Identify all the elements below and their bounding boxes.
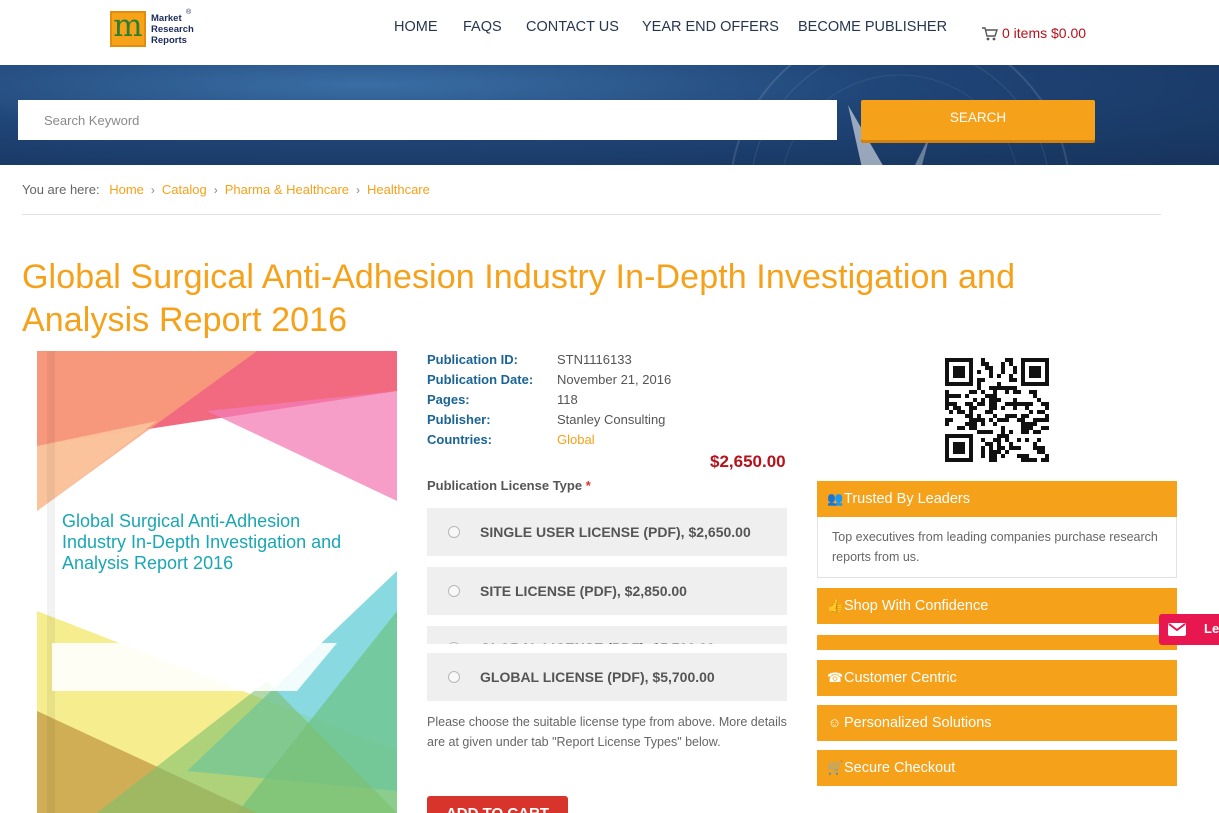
leave-message-label: Le xyxy=(1204,621,1219,636)
countries-label: Countries: xyxy=(427,432,492,447)
report-price: $2,650.00 xyxy=(710,452,786,471)
logo-text: Market Research Reports xyxy=(151,13,194,46)
secure-label: Secure Checkout xyxy=(844,760,956,776)
breadcrumb-catalog[interactable]: Catalog xyxy=(162,182,207,197)
cart-text: 0 items $0.00 xyxy=(1002,25,1087,41)
pages-label: Pages: xyxy=(427,392,470,407)
countries-row: Countries: Global xyxy=(427,432,807,452)
shop-with-confidence-header[interactable]: 👍Shop With Confidence xyxy=(817,588,1177,624)
breadcrumb: You are here: Home › Catalog › Pharma & Heal… xyxy=(22,182,430,197)
trusted-by-leaders-header[interactable]: 👥Trusted By Leaders xyxy=(817,481,1177,517)
confidence-label: Shop With Confidence xyxy=(844,598,989,614)
nav-faqs[interactable]: FAQS xyxy=(463,19,502,35)
users-icon: 👥 xyxy=(827,491,844,506)
license-radio xyxy=(448,642,460,644)
search-button[interactable]: SEARCH xyxy=(861,100,1095,140)
report-cover: Global Surgical Anti-Adhesion Industry I… xyxy=(37,351,397,813)
publisher-value: Stanley Consulting xyxy=(557,412,666,427)
trusted-label: Trusted By Leaders xyxy=(844,491,970,507)
cart-icon xyxy=(981,26,998,44)
site-logo[interactable]: m Market Research Reports ® xyxy=(110,8,200,51)
cart-summary[interactable]: 0 items $0.00 xyxy=(981,25,1086,44)
publication-date-row: Publication Date: November 21, 2016 xyxy=(427,372,807,392)
license-option-label: SINGLE USER LICENSE (PDF), $2,650.00 xyxy=(480,524,751,540)
pages-value: 118 xyxy=(557,392,578,407)
shopping-cart-icon: 🛒 xyxy=(827,760,844,775)
nav-contact-us[interactable]: CONTACT US xyxy=(526,19,619,35)
license-radio[interactable] xyxy=(448,671,460,683)
license-heading-text: Publication License Type xyxy=(427,478,583,493)
license-note: Please choose the suitable license type … xyxy=(427,715,787,749)
personalized-solutions-header[interactable]: ☺ Personalized Solutions xyxy=(817,705,1177,741)
secure-checkout-header[interactable]: 🛒Secure Checkout xyxy=(817,750,1177,786)
breadcrumb-prefix: You are here: xyxy=(22,182,100,197)
license-option-label: GLOBAL LICENSE (PDF), $5,700.00 xyxy=(480,669,715,685)
license-radio[interactable] xyxy=(448,585,460,597)
publisher-row: Publisher: Stanley Consulting xyxy=(427,412,807,432)
pages-row: Pages: 118 xyxy=(427,392,807,412)
customer-label: Customer Centric xyxy=(844,670,957,686)
qr-code-image xyxy=(945,358,1049,462)
customer-centric-header[interactable]: ☎Customer Centric xyxy=(817,660,1177,696)
leave-message-tab[interactable]: Le xyxy=(1159,614,1219,645)
license-option-global[interactable]: GLOBAL LICENSE (PDF), $5,700.00 xyxy=(427,653,787,701)
publisher-label: Publisher: xyxy=(427,412,491,427)
search-banner: SEARCH xyxy=(0,65,1219,165)
nav-become-publisher[interactable]: BECOME PUBLISHER xyxy=(798,19,947,35)
envelope-icon xyxy=(1168,623,1186,636)
collapsed-panel xyxy=(817,635,1177,650)
qr-code xyxy=(945,358,1049,462)
smile-icon: ☺ xyxy=(827,715,842,730)
chevron-right-icon: › xyxy=(213,183,218,197)
publication-id-row: Publication ID: STN1116133 xyxy=(427,352,807,372)
phone-icon: ☎ xyxy=(827,670,844,685)
license-type-heading: Publication License Type * xyxy=(427,478,591,493)
publication-details: Publication ID: STN1116133 Publication D… xyxy=(427,352,807,452)
license-option-label: SITE LICENSE (PDF), $2,850.00 xyxy=(480,583,687,599)
license-option-single-user[interactable]: SINGLE USER LICENSE (PDF), $2,650.00 xyxy=(427,508,787,556)
publication-date-value: November 21, 2016 xyxy=(557,372,672,387)
personalized-label: Personalized Solutions xyxy=(844,715,992,731)
thumbs-up-icon: 👍 xyxy=(827,598,844,613)
cover-title: Global Surgical Anti-Adhesion Industry I… xyxy=(62,511,342,573)
logo-letter: m xyxy=(113,8,143,44)
license-option-clipped: GLOBAL LICENSE (PDF), $5,700.00 xyxy=(427,626,787,644)
publication-id-value: STN1116133 xyxy=(557,352,632,367)
nav-year-end-offers[interactable]: YEAR END OFFERS xyxy=(642,19,779,35)
license-option-site[interactable]: SITE LICENSE (PDF), $2,850.00 xyxy=(427,567,787,615)
breadcrumb-healthcare[interactable]: Healthcare xyxy=(367,182,430,197)
license-option-label: GLOBAL LICENSE (PDF), $5,700.00 xyxy=(480,640,715,644)
trusted-description: Top executives from leading companies pu… xyxy=(817,517,1177,578)
chevron-right-icon: › xyxy=(150,183,155,197)
add-to-cart-button[interactable]: ADD TO CART xyxy=(427,796,568,813)
chevron-right-icon: › xyxy=(356,183,360,197)
breadcrumb-pharma-healthcare[interactable]: Pharma & Healthcare xyxy=(225,182,349,197)
divider xyxy=(22,214,1161,215)
registered-mark: ® xyxy=(186,9,192,16)
page-title: Global Surgical Anti-Adhesion Industry I… xyxy=(22,258,1016,339)
publication-id-label: Publication ID: xyxy=(427,352,518,367)
breadcrumb-home[interactable]: Home xyxy=(109,182,144,197)
required-mark: * xyxy=(585,478,591,493)
publication-date-label: Publication Date: xyxy=(427,372,534,387)
countries-value-link[interactable]: Global xyxy=(557,432,595,447)
cover-artwork xyxy=(37,351,397,813)
site-header: m Market Research Reports ® HOME FAQS CO… xyxy=(0,0,1219,65)
license-radio[interactable] xyxy=(448,526,460,538)
search-input[interactable] xyxy=(18,100,837,140)
nav-home[interactable]: HOME xyxy=(394,19,438,35)
